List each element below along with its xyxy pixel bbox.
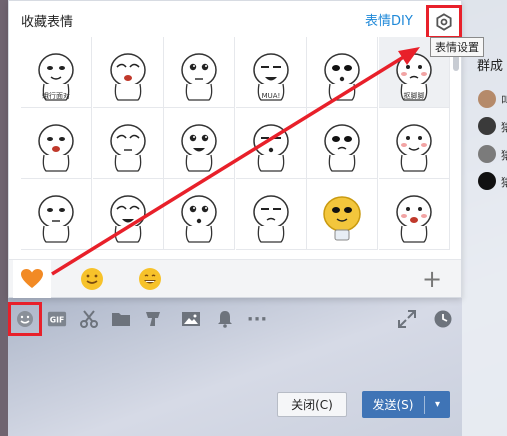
sticker-cell[interactable] [92, 108, 164, 179]
emoji-settings-button[interactable] [426, 5, 462, 39]
sticker-cell[interactable]: 蛾行面对 [21, 37, 92, 108]
tab-smileys[interactable] [73, 260, 111, 298]
emoji-panel-title: 收藏表情 [21, 15, 74, 30]
sticker-cell[interactable]: MUA! [235, 37, 307, 108]
sticker-image [181, 124, 217, 172]
member-avatar[interactable] [478, 172, 496, 190]
send-button-label[interactable]: 发送(S) [362, 396, 424, 413]
sticker-cell[interactable] [92, 37, 164, 108]
sticker-image [38, 124, 74, 172]
grin-face-icon [139, 268, 161, 290]
member-avatar[interactable] [478, 145, 496, 163]
more-tools-button[interactable]: ··· [246, 308, 268, 330]
sticker-image: MUA! [252, 53, 289, 101]
send-file-button[interactable] [110, 308, 132, 330]
shake-window-button[interactable] [214, 308, 236, 330]
face-icon [17, 311, 33, 327]
sticker-cell[interactable] [378, 179, 450, 250]
sticker-scrollbar[interactable] [453, 41, 459, 251]
sticker-cell[interactable] [164, 179, 235, 250]
send-image-button[interactable] [180, 308, 202, 330]
group-member-panel: 群成 叫 猿 猿 猿 [462, 0, 507, 436]
screenshot-button[interactable] [78, 308, 100, 330]
sticker-cell[interactable] [92, 179, 164, 250]
font-icon [146, 312, 160, 326]
emoji-panel-header: 收藏表情 表情DIY [9, 1, 462, 39]
heart-icon [21, 269, 43, 288]
sticker-image [181, 53, 217, 101]
svg-text:抠脚脚: 抠脚脚 [403, 91, 424, 100]
emoji-category-tabs: + [9, 259, 461, 298]
sticker-image [324, 124, 360, 172]
font-style-button[interactable] [142, 308, 164, 330]
member-name[interactable]: 猿 [501, 174, 507, 190]
sticker-image [109, 195, 146, 243]
send-button[interactable]: 发送(S) ▾ [362, 391, 450, 418]
sticker-image [109, 124, 146, 172]
sticker-image: 蛾行面对 [38, 53, 74, 101]
sticker-cell[interactable] [307, 179, 378, 250]
expand-input-button[interactable] [396, 308, 418, 330]
sticker-cell[interactable] [235, 108, 307, 179]
member-name[interactable]: 叫 [501, 92, 507, 108]
sticker-image [395, 124, 432, 172]
sticker-image [109, 53, 146, 101]
close-button[interactable]: 关闭(C) [277, 392, 347, 417]
group-members-title: 群成 [477, 59, 504, 74]
member-avatar[interactable] [478, 90, 496, 108]
sticker-image [252, 195, 289, 243]
folder-icon [112, 313, 130, 326]
settings-hexagon-icon [436, 13, 452, 31]
add-emoji-tab-button[interactable]: + [422, 266, 442, 292]
sticker-cell[interactable] [164, 37, 235, 108]
gif-text: GIF [50, 316, 64, 325]
image-icon [182, 312, 200, 326]
sticker-cell[interactable] [307, 37, 378, 108]
member-name[interactable]: 猿 [501, 119, 507, 135]
sticker-grid: 蛾行面对 MUA! 抠脚脚 [21, 37, 450, 250]
member-avatar[interactable] [478, 117, 496, 135]
message-history-button[interactable] [432, 308, 454, 330]
bell-icon [218, 311, 232, 328]
member-name[interactable]: 猿 [501, 147, 507, 163]
gif-button[interactable]: GIF [46, 308, 68, 330]
settings-tooltip: 表情设置 [430, 37, 484, 57]
scissors-icon [80, 310, 98, 328]
send-options-chevron-icon[interactable]: ▾ [425, 399, 450, 410]
svg-text:MUA!: MUA! [261, 92, 280, 100]
gif-icon: GIF [47, 311, 67, 327]
sticker-image [181, 195, 217, 243]
emoji-toolbar-button[interactable] [8, 302, 42, 336]
sticker-cell[interactable] [235, 179, 307, 250]
emoji-panel: 收藏表情 表情DIY 蛾行面对 MUA! 抠脚脚 + [8, 0, 462, 298]
sticker-image [395, 195, 432, 243]
left-window-edge [0, 0, 8, 436]
sticker-image [323, 196, 361, 241]
smiley-face-icon [81, 268, 103, 290]
emoji-diy-link[interactable]: 表情DIY [365, 10, 413, 29]
svg-text:蛾行面对: 蛾行面对 [42, 91, 70, 100]
sticker-cell[interactable] [378, 108, 450, 179]
sticker-image [38, 195, 74, 243]
tab-favorites[interactable] [13, 260, 51, 298]
clock-icon [434, 310, 452, 328]
sticker-cell[interactable] [307, 108, 378, 179]
sticker-image [252, 124, 289, 172]
tab-emoji[interactable] [131, 260, 169, 298]
sticker-image [324, 53, 360, 101]
sticker-cell[interactable] [21, 108, 92, 179]
sticker-cell[interactable] [164, 108, 235, 179]
expand-arrows-icon [398, 310, 416, 328]
sticker-cell[interactable] [21, 179, 92, 250]
chat-input-toolbar: GIF ··· [8, 300, 462, 340]
